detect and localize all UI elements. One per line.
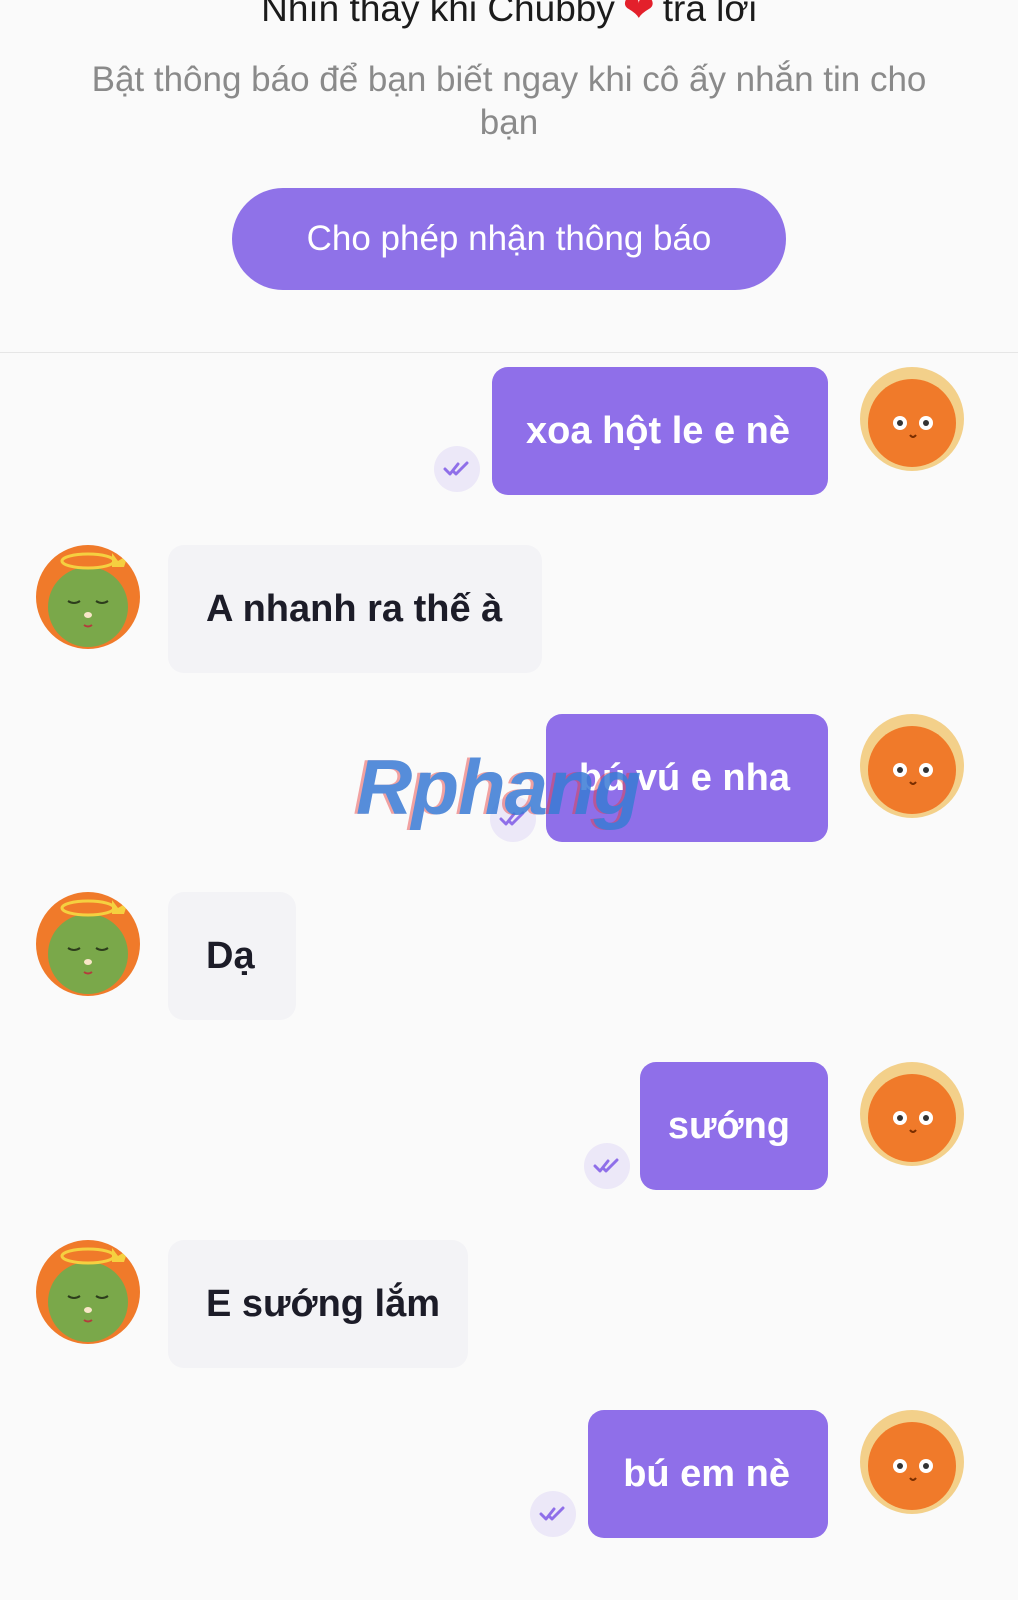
- message-bubble-incoming[interactable]: A nhanh ra thế à: [168, 545, 542, 673]
- receiver-avatar[interactable]: [36, 545, 140, 649]
- sender-avatar[interactable]: [860, 367, 964, 471]
- message-bubble-incoming[interactable]: Dạ: [168, 892, 296, 1020]
- message-text: E sướng lắm: [206, 1282, 441, 1325]
- double-check-icon: [434, 446, 480, 492]
- message-bubble-outgoing[interactable]: sướng: [640, 1062, 828, 1190]
- notification-title-suffix: trả lời: [662, 0, 757, 29]
- watermark: Rphang: [356, 743, 641, 831]
- allow-notifications-button[interactable]: Cho phép nhận thông báo: [232, 188, 786, 290]
- message-bubble-incoming[interactable]: E sướng lắm: [168, 1240, 468, 1368]
- message-text: xoa hột le e nè: [526, 409, 790, 452]
- double-check-icon: [530, 1491, 576, 1537]
- sender-avatar[interactable]: [860, 1062, 964, 1166]
- receiver-avatar[interactable]: [36, 1240, 140, 1344]
- notification-title-text: Nhìn thấy khi Chubby: [261, 0, 615, 29]
- notification-banner: Nhìn thấy khi Chubby ❤ trả lời Bật thông b…: [0, 0, 1018, 353]
- sender-avatar[interactable]: [860, 714, 964, 818]
- notification-subtitle: Bật thông báo để bạn biết ngay khi cô ấy…: [91, 60, 927, 142]
- sender-avatar[interactable]: [860, 1410, 964, 1514]
- message-text: bú em nè: [623, 1452, 790, 1495]
- notification-title: Nhìn thấy khi Chubby ❤ trả lời: [0, 0, 1018, 31]
- message-text: sướng: [667, 1104, 790, 1147]
- receiver-avatar[interactable]: [36, 892, 140, 996]
- message-bubble-outgoing[interactable]: xoa hột le e nè: [492, 367, 828, 495]
- message-bubble-outgoing[interactable]: bú em nè: [588, 1410, 828, 1538]
- message-text: Dạ: [206, 934, 255, 977]
- heart-icon: ❤: [622, 0, 655, 30]
- message-text: A nhanh ra thế à: [206, 587, 503, 630]
- double-check-icon: [584, 1143, 630, 1189]
